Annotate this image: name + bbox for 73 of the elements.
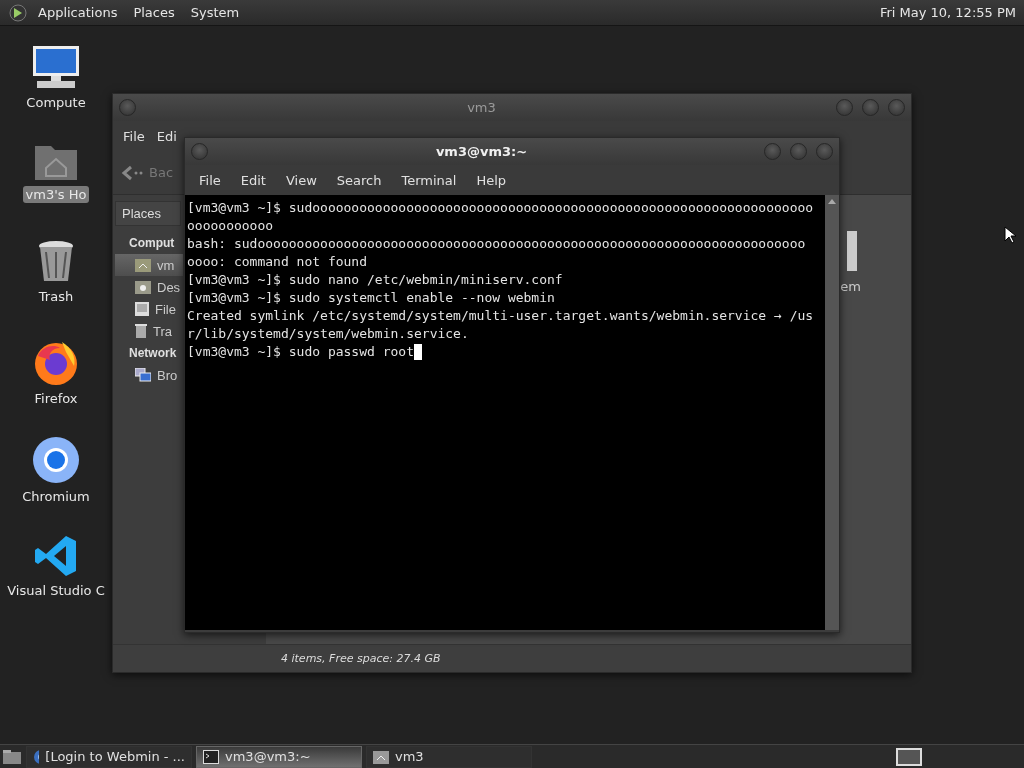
panel-menu[interactable]: System	[184, 5, 246, 20]
drive-icon	[135, 302, 149, 316]
home-folder-icon	[135, 258, 151, 272]
terminal-line: ooooooooooo	[187, 217, 274, 235]
folder-icon	[135, 280, 151, 294]
menu-item[interactable]: Edi	[150, 128, 183, 144]
terminal-line: oooo: command not found	[187, 253, 367, 271]
vscode-icon	[34, 534, 78, 578]
sidebar-tab[interactable]: Places	[115, 201, 181, 226]
menu-item[interactable]: View	[275, 172, 327, 188]
minimize-button[interactable]	[764, 143, 781, 160]
maximize-button[interactable]	[790, 143, 807, 160]
close-button[interactable]	[888, 99, 905, 116]
status-text: 4 items, Free space: 27.4 GB	[281, 652, 441, 665]
sidebar-item-label: File	[155, 301, 176, 317]
show-desktop-icon[interactable]	[2, 748, 22, 765]
panel-menu[interactable]: Places	[127, 5, 181, 20]
desktop-icon-label[interactable]: Firefox	[31, 390, 81, 407]
terminal-icon	[203, 749, 219, 764]
window-menu-button[interactable]	[191, 143, 208, 160]
menu-item[interactable]: File	[117, 128, 151, 144]
menu-item[interactable]: Terminal	[391, 172, 467, 188]
desktop-icon-label[interactable]: Chromium	[19, 488, 93, 505]
menu-item[interactable]: File	[189, 172, 231, 188]
window-menu-button[interactable]	[119, 99, 136, 116]
terminal-line: [vm3@vm3 ~]$ sudo nano /etc/webmin/miniserv.conf	[187, 271, 563, 289]
window-title: vm3@vm3:~	[434, 144, 529, 159]
sidebar-item[interactable]: File	[115, 298, 183, 320]
home-folder-icon	[373, 749, 389, 764]
sidebar-item[interactable]: Tra	[115, 320, 183, 342]
workspace-switcher[interactable]	[896, 747, 922, 766]
trash-icon	[135, 324, 147, 338]
taskbar-button[interactable]: vm3	[366, 745, 532, 768]
sidebar-item-label: Des	[157, 279, 181, 295]
logo-icon[interactable]	[8, 2, 28, 23]
terminal-line: bash: sudoooooooooooooooooooooooooooooooooooooooooooooooooooooooooooooooooooooo	[187, 235, 806, 253]
menu-item[interactable]: Search	[326, 172, 392, 188]
desktop-icon-label[interactable]: vm3's Ho	[22, 186, 90, 203]
sidebar-heading: Network	[128, 345, 178, 362]
desktop-icon-label[interactable]: Trash	[35, 288, 77, 305]
terminal-line: r/lib/systemd/system/webmin.service.	[187, 325, 469, 343]
panel-menu[interactable]: Applications	[32, 5, 124, 20]
chromium-icon	[32, 436, 80, 484]
scroll-up-icon[interactable]	[828, 199, 836, 204]
menu-item[interactable]: Edit	[230, 172, 276, 188]
mouse-pointer-icon	[1004, 226, 1016, 244]
clock[interactable]: Fri May 10, 12:55 PM	[879, 5, 1016, 20]
scrollbar[interactable]	[825, 195, 839, 630]
menu-item[interactable]: Help	[466, 172, 517, 188]
terminal-line: Created symlink /etc/systemd/system/multi-user.target.wants/webmin.service → /us	[187, 307, 814, 325]
minimize-button[interactable]	[836, 99, 853, 116]
trash-icon	[36, 240, 76, 284]
network-icon	[135, 368, 151, 382]
window-title: vm3	[466, 100, 497, 115]
taskbar-button[interactable]: vm3@vm3:~	[196, 745, 362, 768]
sidebar-item[interactable]: vm	[115, 254, 183, 276]
terminal-line: [vm3@vm3 ~]$ sudoooooooooooooooooooooooooooooooooooooooooooooooooooooooooooooooo	[187, 199, 814, 217]
sidebar-item-label: Bro	[157, 367, 178, 383]
sidebar-item[interactable]: Bro	[115, 364, 183, 386]
terminal-line: [vm3@vm3 ~]$ sudo passwd root	[187, 343, 414, 361]
desktop-icon-label[interactable]: Compute	[23, 94, 89, 111]
taskbar-button[interactable]: [Login to Webmin - ...	[26, 745, 192, 768]
computer-icon	[31, 44, 81, 90]
file-label[interactable]: em	[840, 279, 861, 294]
desktop-icon-label[interactable]: Visual Studio C	[4, 582, 108, 599]
close-button[interactable]	[816, 143, 833, 160]
sidebar-heading: Comput	[128, 235, 176, 252]
maximize-button[interactable]	[862, 99, 879, 116]
sidebar-item-label: vm	[157, 257, 175, 273]
terminal-line: [vm3@vm3 ~]$ sudo systemctl enable --now webmin	[187, 289, 555, 307]
sidebar-item[interactable]: Des	[115, 276, 183, 298]
back-arrow-icon	[121, 164, 143, 181]
sidebar-item-label: Tra	[153, 323, 173, 339]
